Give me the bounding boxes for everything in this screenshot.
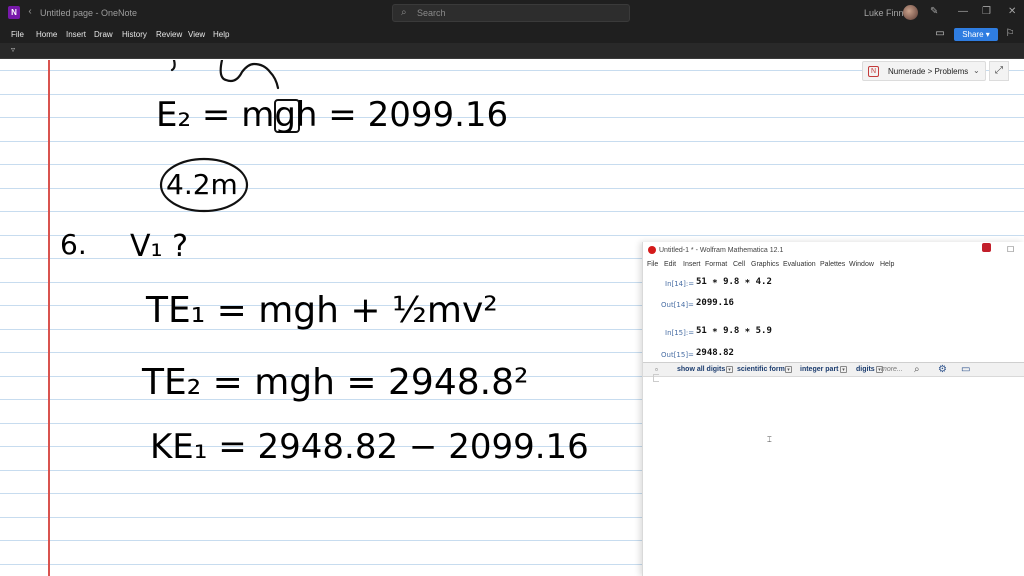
onenote-app-icon: N bbox=[8, 6, 20, 19]
search-icon: ⌕ bbox=[401, 7, 407, 18]
mouse-cursor-icon: ⌶ bbox=[767, 435, 772, 444]
mma-menu-cell[interactable]: Cell bbox=[733, 261, 745, 268]
mma-menu-format[interactable]: Format bbox=[705, 261, 727, 268]
ink-circled-value: 4.2m bbox=[166, 168, 238, 201]
close-icon[interactable]: ✕ bbox=[1008, 6, 1016, 17]
mma-menu-help[interactable]: Help bbox=[880, 261, 894, 268]
gear-icon[interactable]: ⚙ bbox=[938, 364, 947, 375]
output-cell: 2099.16 bbox=[696, 298, 734, 308]
mathematica-logo-icon bbox=[648, 246, 656, 254]
mathematica-menu-bar: File Edit Insert Format Cell Graphics Ev… bbox=[643, 259, 1024, 272]
share-button[interactable]: Share ▾ bbox=[954, 28, 998, 41]
ink-problem-number: 6. bbox=[60, 228, 87, 261]
tab-draw[interactable]: Draw bbox=[94, 30, 113, 39]
notebook-view-icon[interactable]: ▭ bbox=[934, 28, 946, 40]
mathematica-title: Untitled-1 * - Wolfram Mathematica 12.1 bbox=[659, 247, 784, 254]
tab-history[interactable]: History bbox=[122, 30, 147, 39]
output-label: Out[14]= bbox=[661, 301, 694, 309]
chevron-down-icon: ⌄ bbox=[973, 66, 980, 75]
output-cell: 2948.82 bbox=[696, 348, 734, 358]
cell-insertion-bracket[interactable] bbox=[653, 374, 659, 382]
input-cell[interactable]: 51 ∗ 9.8 ∗ 5.9 bbox=[696, 326, 772, 336]
back-icon[interactable]: ‹ bbox=[24, 6, 36, 18]
ink-line-4: KE₁ = 2948.82 − 2099.16 bbox=[150, 427, 589, 467]
title-bar: N ‹ Untitled page - OneNote ⌕ Search Luk… bbox=[0, 0, 1024, 26]
ribbon-collapsed: ▿ bbox=[0, 43, 1024, 59]
maximize-icon[interactable]: ☐ bbox=[1007, 245, 1014, 254]
tab-view[interactable]: View bbox=[188, 30, 205, 39]
pen-icon[interactable]: ✎ bbox=[930, 6, 938, 17]
tab-home[interactable]: Home bbox=[36, 30, 57, 39]
tab-insert[interactable]: Insert bbox=[66, 30, 86, 39]
ink-line-1: E₂ = mgh = 2099.16 bbox=[156, 95, 508, 135]
input-label: In[15]:= bbox=[665, 329, 695, 337]
chat-icon[interactable]: ▭ bbox=[961, 364, 970, 375]
tab-review[interactable]: Review bbox=[156, 30, 182, 39]
suggestion-digits[interactable]: digits bbox=[856, 366, 875, 373]
notebook-chip-label: Numerade > Problems bbox=[888, 67, 969, 76]
input-label: In[14]:= bbox=[665, 280, 695, 288]
dropdown-icon[interactable]: ▾ bbox=[785, 366, 792, 373]
output-label: Out[15]= bbox=[661, 351, 694, 359]
mma-menu-edit[interactable]: Edit bbox=[664, 261, 676, 268]
ink-line-2: TE₁ = mgh + ½mv² bbox=[145, 290, 498, 331]
mma-menu-file[interactable]: File bbox=[647, 261, 658, 268]
mathematica-title-bar[interactable]: Untitled-1 * - Wolfram Mathematica 12.1 … bbox=[643, 242, 1024, 258]
mma-menu-graphics[interactable]: Graphics bbox=[751, 261, 779, 268]
mma-menu-window[interactable]: Window bbox=[849, 261, 874, 268]
suggestion-integer-part[interactable]: integer part bbox=[800, 366, 839, 373]
search-input[interactable]: ⌕ Search bbox=[392, 4, 630, 22]
suggestion-more[interactable]: more... bbox=[881, 366, 903, 373]
share-label: Share bbox=[962, 30, 984, 39]
input-cell[interactable]: 51 ∗ 9.8 ∗ 4.2 bbox=[696, 277, 772, 287]
suggestions-bar: ▫ show all digits ▾ scientific form ▾ in… bbox=[643, 362, 1024, 377]
expand-icon[interactable]: ⤢ bbox=[989, 61, 1009, 81]
suggestion-show-all-digits[interactable]: show all digits bbox=[677, 366, 725, 373]
ink-line-3: TE₂ = mgh = 2948.8² bbox=[141, 362, 528, 403]
notebook-icon: N bbox=[868, 66, 879, 77]
suggestion-scientific-form[interactable]: scientific form bbox=[737, 366, 785, 373]
search-icon[interactable]: ⌕ bbox=[914, 364, 920, 375]
ink-question: V₁ ? bbox=[130, 229, 188, 264]
search-placeholder: Search bbox=[417, 8, 446, 18]
mma-menu-palettes[interactable]: Palettes bbox=[820, 261, 845, 268]
suggestions-icon[interactable]: ▫ bbox=[655, 365, 658, 374]
tab-file[interactable]: File bbox=[11, 30, 24, 39]
dropdown-icon[interactable]: ▾ bbox=[726, 366, 733, 373]
notebook-location-chip[interactable]: N Numerade > Problems ⌄ bbox=[862, 61, 986, 81]
record-icon[interactable] bbox=[982, 243, 991, 252]
tab-help[interactable]: Help bbox=[213, 30, 229, 39]
avatar[interactable] bbox=[903, 5, 918, 20]
dropdown-icon[interactable]: ▾ bbox=[840, 366, 847, 373]
minimize-icon[interactable]: — bbox=[958, 6, 968, 17]
feedback-icon[interactable]: ⚐ bbox=[1004, 28, 1016, 40]
mathematica-window[interactable]: Untitled-1 * - Wolfram Mathematica 12.1 … bbox=[642, 242, 1024, 576]
mma-menu-insert[interactable]: Insert bbox=[683, 261, 701, 268]
menu-bar: File Home Insert Draw History Review Vie… bbox=[0, 26, 1024, 43]
mma-menu-evaluation[interactable]: Evaluation bbox=[783, 261, 816, 268]
window-title: Untitled page - OneNote bbox=[40, 8, 138, 18]
ribbon-expand-icon[interactable]: ▿ bbox=[11, 45, 15, 54]
restore-icon[interactable]: ❐ bbox=[982, 6, 991, 17]
